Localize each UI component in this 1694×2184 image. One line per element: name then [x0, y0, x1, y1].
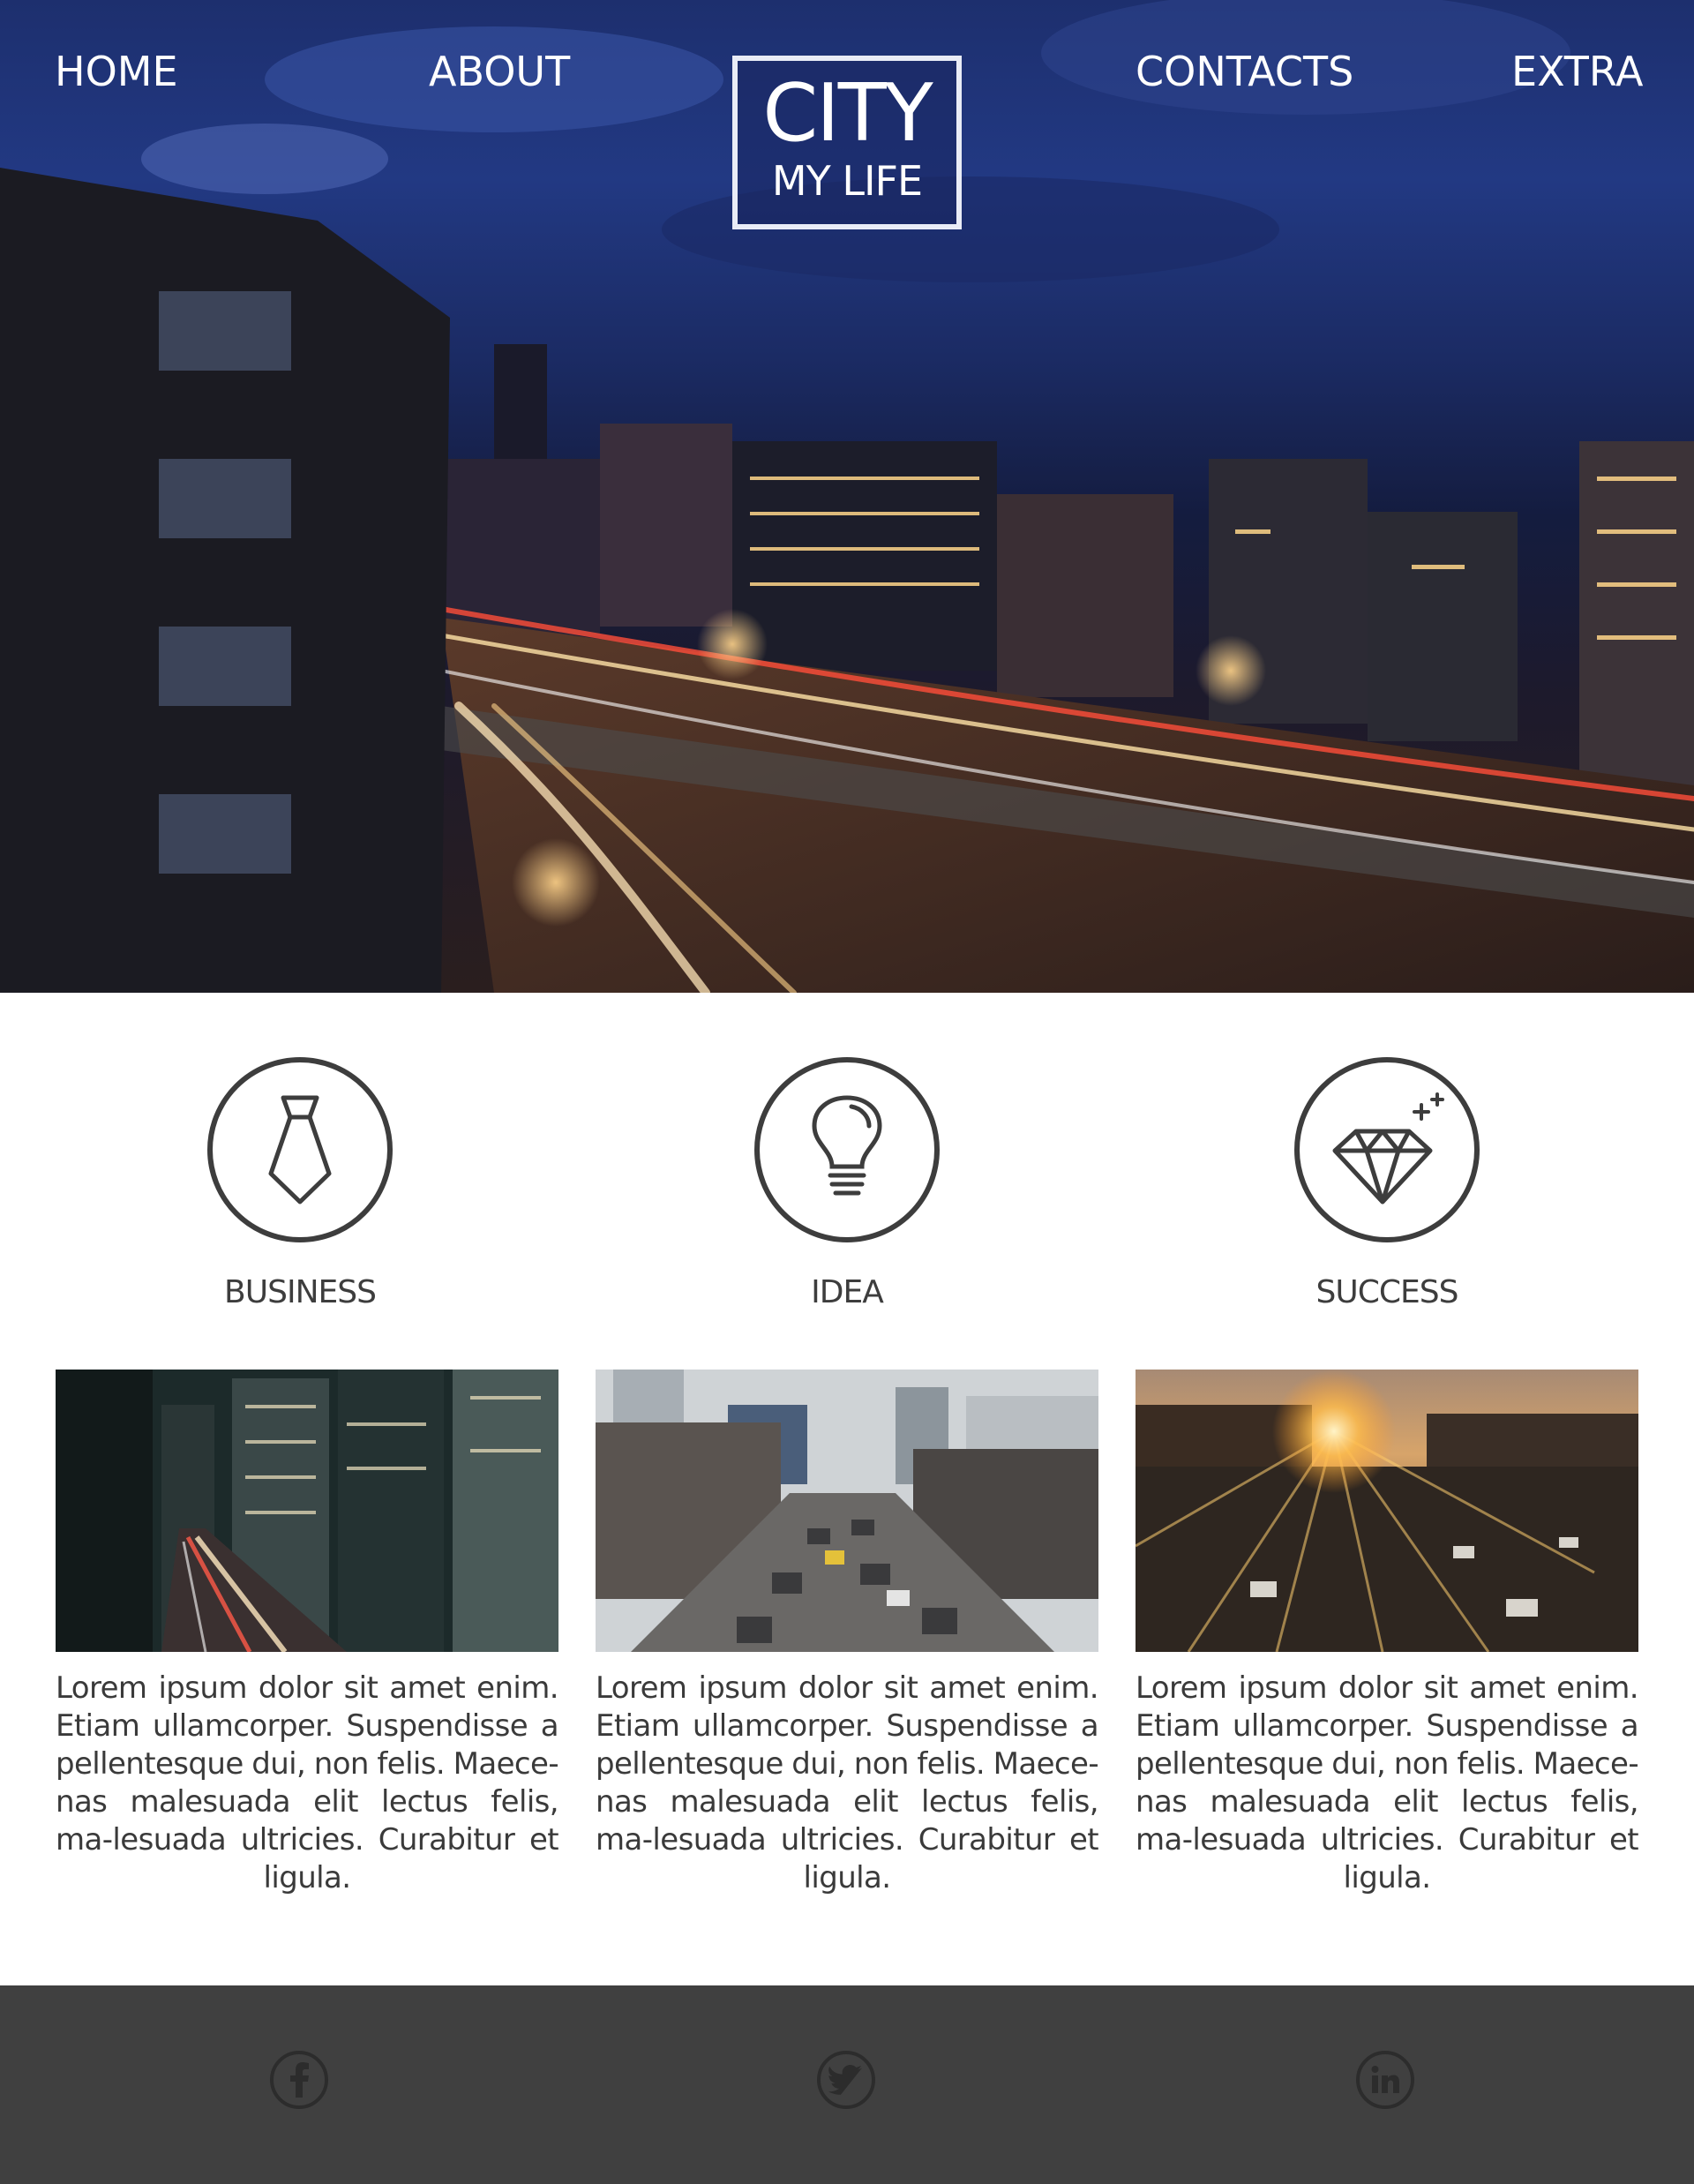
- tie-icon: [268, 1095, 332, 1205]
- card-photo-sunset-highway[interactable]: [1136, 1370, 1638, 1652]
- card-photo-city-night[interactable]: [56, 1370, 558, 1652]
- card-text: Lorem ipsum dolor sit amet enim. Etiam u…: [56, 1670, 559, 1895]
- twitter-link[interactable]: [817, 2051, 875, 2109]
- feature-icon-circle: [207, 1057, 393, 1242]
- feature-idea: IDEA: [662, 1057, 1032, 1310]
- feature-label: SUCCESS: [1315, 1274, 1459, 1310]
- page-footer: [0, 1985, 1694, 2184]
- site-logo[interactable]: CITY MY LIFE: [732, 56, 962, 229]
- city-street-night-image: [56, 1370, 558, 1652]
- facebook-link[interactable]: [270, 2051, 328, 2109]
- lightbulb-icon: [812, 1095, 882, 1196]
- sunset-highway-image: [1136, 1370, 1638, 1652]
- feature-business: BUSINESS: [115, 1057, 485, 1310]
- feature-icon-circle: [1294, 1057, 1480, 1242]
- diamond-icon: [1332, 1092, 1444, 1205]
- feature-label: IDEA: [811, 1274, 884, 1310]
- nav-extra-link[interactable]: EXTRA: [1511, 48, 1643, 95]
- card-text: Lorem ipsum dolor sit amet enim. Etiam u…: [1136, 1670, 1639, 1895]
- hero-banner: HOME ABOUT CONTACTS EXTRA CITY MY LIFE: [0, 0, 1694, 993]
- nav-home-link[interactable]: HOME: [55, 48, 178, 95]
- nav-contacts-link[interactable]: CONTACTS: [1136, 48, 1353, 95]
- feature-success: SUCCESS: [1202, 1057, 1572, 1310]
- nav-about-link[interactable]: ABOUT: [429, 48, 570, 95]
- traffic-street-image: [596, 1370, 1098, 1652]
- article-card: Lorem ipsum dolor sit amet enim. Etiam u…: [1136, 1370, 1639, 1897]
- linkedin-icon: [1371, 2066, 1399, 2093]
- article-card: Lorem ipsum dolor sit amet enim. Etiam u…: [596, 1370, 1099, 1897]
- article-card: Lorem ipsum dolor sit amet enim. Etiam u…: [56, 1370, 559, 1897]
- facebook-icon: [290, 2062, 309, 2098]
- card-text: Lorem ipsum dolor sit amet enim. Etiam u…: [596, 1670, 1099, 1895]
- logo-line-1: CITY: [762, 67, 933, 160]
- feature-label: BUSINESS: [224, 1274, 377, 1310]
- twitter-icon: [828, 2065, 862, 2095]
- card-photo-traffic[interactable]: [596, 1370, 1098, 1652]
- feature-icon-circle: [754, 1057, 940, 1242]
- logo-line-2: MY LIFE: [771, 157, 923, 205]
- linkedin-link[interactable]: [1356, 2051, 1414, 2109]
